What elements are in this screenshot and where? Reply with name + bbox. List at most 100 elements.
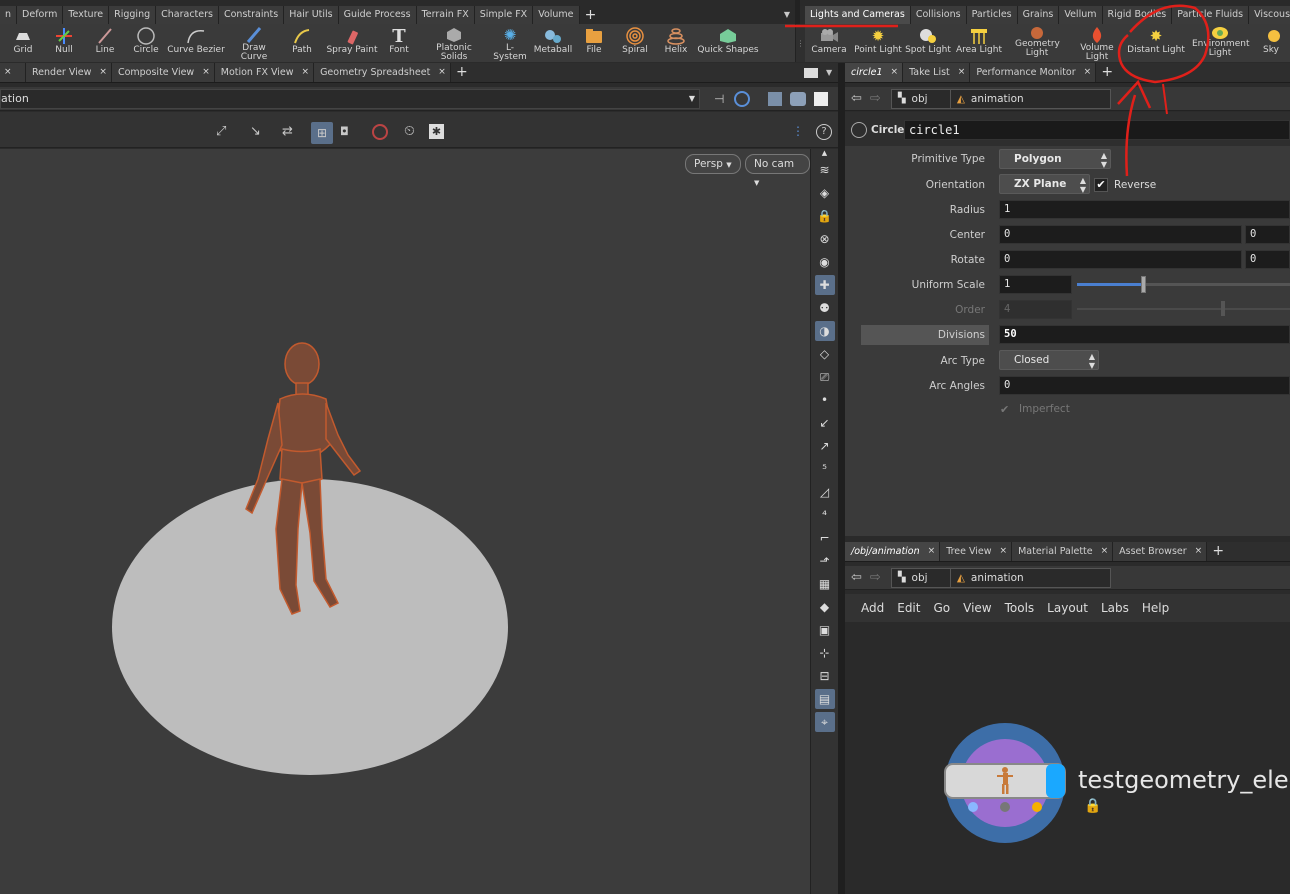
number-display-icon[interactable]: ⁴ [815, 505, 835, 525]
viewport-3d[interactable]: Persp ▼ No cam ▼ [0, 149, 810, 894]
tool-platonic-solids[interactable]: Platonic Solids [418, 24, 490, 62]
shelf-tab-rigging[interactable]: Rigging [109, 6, 157, 24]
back-arrow-icon[interactable]: ⇦ [851, 570, 862, 585]
target-icon[interactable] [734, 90, 751, 107]
display-objects-icon[interactable] [790, 91, 807, 106]
pane-tab-geometry-spreadsheet[interactable]: Geometry Spreadsheet × [314, 63, 451, 82]
path-node-chip[interactable]: ◭ animation [950, 567, 1111, 588]
shelf-tab-simple-fx[interactable]: Simple FX [474, 6, 534, 24]
close-icon[interactable]: × [1084, 63, 1092, 82]
handle-icon[interactable]: ◘ [340, 125, 349, 138]
arc-type-dropdown[interactable]: Closed ▲ ▼ [999, 350, 1099, 370]
shelf-tab-texture[interactable]: Texture [63, 6, 110, 24]
tool-spray-paint[interactable]: Spray Paint [324, 24, 380, 62]
shelf-tab-volume[interactable]: Volume [533, 6, 580, 24]
camera-view-icon[interactable]: ⎚ [815, 367, 835, 387]
checker-icon[interactable]: ▦ [815, 574, 835, 594]
menu-view[interactable]: View [963, 601, 991, 615]
maximize-pane-icon[interactable] [804, 68, 818, 78]
shelf-menu-arrow-icon[interactable]: ▼ [779, 6, 795, 24]
tool-null[interactable]: Null [46, 24, 82, 62]
normal-icon[interactable]: ↙ [815, 413, 835, 433]
tool-spot-light[interactable]: Spot Light [903, 24, 953, 62]
pane-tab-asset-browser[interactable]: Asset Browser × [1113, 542, 1208, 561]
tool-volume-light[interactable]: Volume Light [1069, 24, 1125, 62]
menu-labs[interactable]: Labs [1101, 601, 1129, 615]
tool-camera[interactable]: Camera [805, 24, 853, 62]
point-number-icon[interactable]: ⁵ [815, 459, 835, 479]
pane-tab-material-palette[interactable]: Material Palette × [1012, 542, 1114, 561]
pane-tab-take-list[interactable]: Take List × [903, 63, 971, 82]
viewport-options-icon[interactable]: ⋮ [792, 124, 804, 138]
shelf-tab-guide-process[interactable]: Guide Process [338, 6, 417, 24]
location-pin-icon[interactable]: ⌖ [814, 712, 835, 732]
main-splitter[interactable] [838, 63, 845, 894]
menu-add[interactable]: Add [861, 601, 884, 615]
shelf-tab-hair-utils[interactable]: Hair Utils [284, 6, 339, 24]
tool-l-system[interactable]: ✺ L-System [490, 24, 530, 62]
shelf-tab-particle-fluids[interactable]: Particle Fluids [1172, 6, 1250, 24]
center-x-field[interactable]: 0 [999, 225, 1242, 244]
tool-metaball[interactable]: Metaball [530, 24, 576, 62]
tool-handle-icon[interactable]: ⬏ [815, 551, 835, 571]
shading-icon[interactable]: ⚉ [815, 298, 835, 318]
tool-draw-curve[interactable]: Draw Curve [228, 24, 280, 62]
add-pane-tab-button[interactable]: + [451, 63, 473, 82]
pane-tab-circle1[interactable]: circle1 × [845, 63, 904, 82]
slider-handle[interactable] [1141, 276, 1146, 293]
menu-help[interactable]: Help [1142, 601, 1169, 615]
shelf-tab-viscous-fluids[interactable]: Viscous Fluids [1249, 6, 1290, 24]
transform-tool-icon[interactable]: ⇄ [282, 124, 293, 139]
reverse-checkbox[interactable]: ✔ [1094, 178, 1108, 192]
uniform-scale-slider[interactable] [1077, 276, 1290, 293]
shelf-tab-deform[interactable]: Deform [17, 6, 64, 24]
tool-geometry-light[interactable]: Geometry Light [1005, 24, 1069, 62]
rotate-y-field[interactable]: 0 [1245, 250, 1290, 269]
menu-edit[interactable]: Edit [897, 601, 920, 615]
network-canvas[interactable]: testgeometry_elec 🔒 [845, 622, 1290, 894]
pane-tab-composite-view[interactable]: Composite View × [111, 63, 215, 82]
path-obj-chip[interactable]: ▚ obj [890, 567, 951, 588]
close-icon[interactable]: × [958, 63, 966, 82]
lock-icon[interactable]: 🔒 [1084, 798, 1101, 814]
snap-icon[interactable]: ⊞ [311, 122, 333, 144]
layers-icon[interactable]: ≋ [815, 160, 835, 180]
shelf-tab-rigid-bodies[interactable]: Rigid Bodies [1102, 6, 1173, 24]
map-icon[interactable]: ▣ [815, 620, 835, 640]
arc-angles-field[interactable]: 0 [999, 376, 1290, 395]
add-pane-tab-button[interactable]: + [1207, 542, 1229, 561]
divisions-field[interactable]: 50 [999, 325, 1290, 344]
tool-spiral[interactable]: Spiral [612, 24, 658, 62]
display-options-icon[interactable]: ◇ [815, 344, 835, 364]
lighting-icon[interactable]: ◑ [814, 321, 835, 341]
pane-tab-render-view[interactable]: Render View × [26, 63, 112, 82]
paint-icon[interactable]: ◿ [815, 482, 835, 502]
orientation-dropdown[interactable]: ZX Plane ▲ ▼ [999, 174, 1090, 194]
tool-line[interactable]: Line [82, 24, 128, 62]
close-icon[interactable]: × [1101, 542, 1109, 561]
close-icon[interactable]: × [928, 542, 936, 561]
select-tool-icon[interactable]: ↘ [250, 124, 261, 139]
close-icon[interactable]: × [302, 63, 310, 82]
sim-icon[interactable]: ⏲ [404, 123, 415, 139]
background-image-icon[interactable]: ▤ [814, 689, 835, 709]
geo-node[interactable] [940, 718, 1072, 848]
axis-icon[interactable]: ⊹ [815, 643, 835, 663]
pane-tab-performance-monitor[interactable]: Performance Monitor × [970, 63, 1097, 82]
menu-tools[interactable]: Tools [1005, 601, 1035, 615]
view-tool-icon[interactable]: ⤢ [216, 124, 226, 139]
add-shelf-tab-button[interactable]: + [580, 6, 602, 24]
primitive-type-dropdown[interactable]: Polygon ▲ ▼ [999, 149, 1111, 169]
back-arrow-icon[interactable]: ⇦ [851, 91, 862, 106]
tool-point-light[interactable]: ✹ Point Light [853, 24, 903, 62]
shelf-tab-vellum[interactable]: Vellum [1059, 6, 1103, 24]
ghost-icon[interactable]: ⊗ [815, 229, 835, 249]
path-node-chip[interactable]: ◭ animation [950, 88, 1111, 109]
add-pane-tab-button[interactable]: + [1096, 63, 1118, 82]
uniform-scale-field[interactable]: 1 [999, 275, 1072, 294]
tool-circle[interactable]: Circle [128, 24, 164, 62]
settings-icon[interactable]: ✱ [429, 124, 444, 139]
rotate-x-field[interactable]: 0 [999, 250, 1242, 269]
pane-tab-tree-view[interactable]: Tree View × [940, 542, 1013, 561]
shelf-tab-particles[interactable]: Particles [966, 6, 1018, 24]
